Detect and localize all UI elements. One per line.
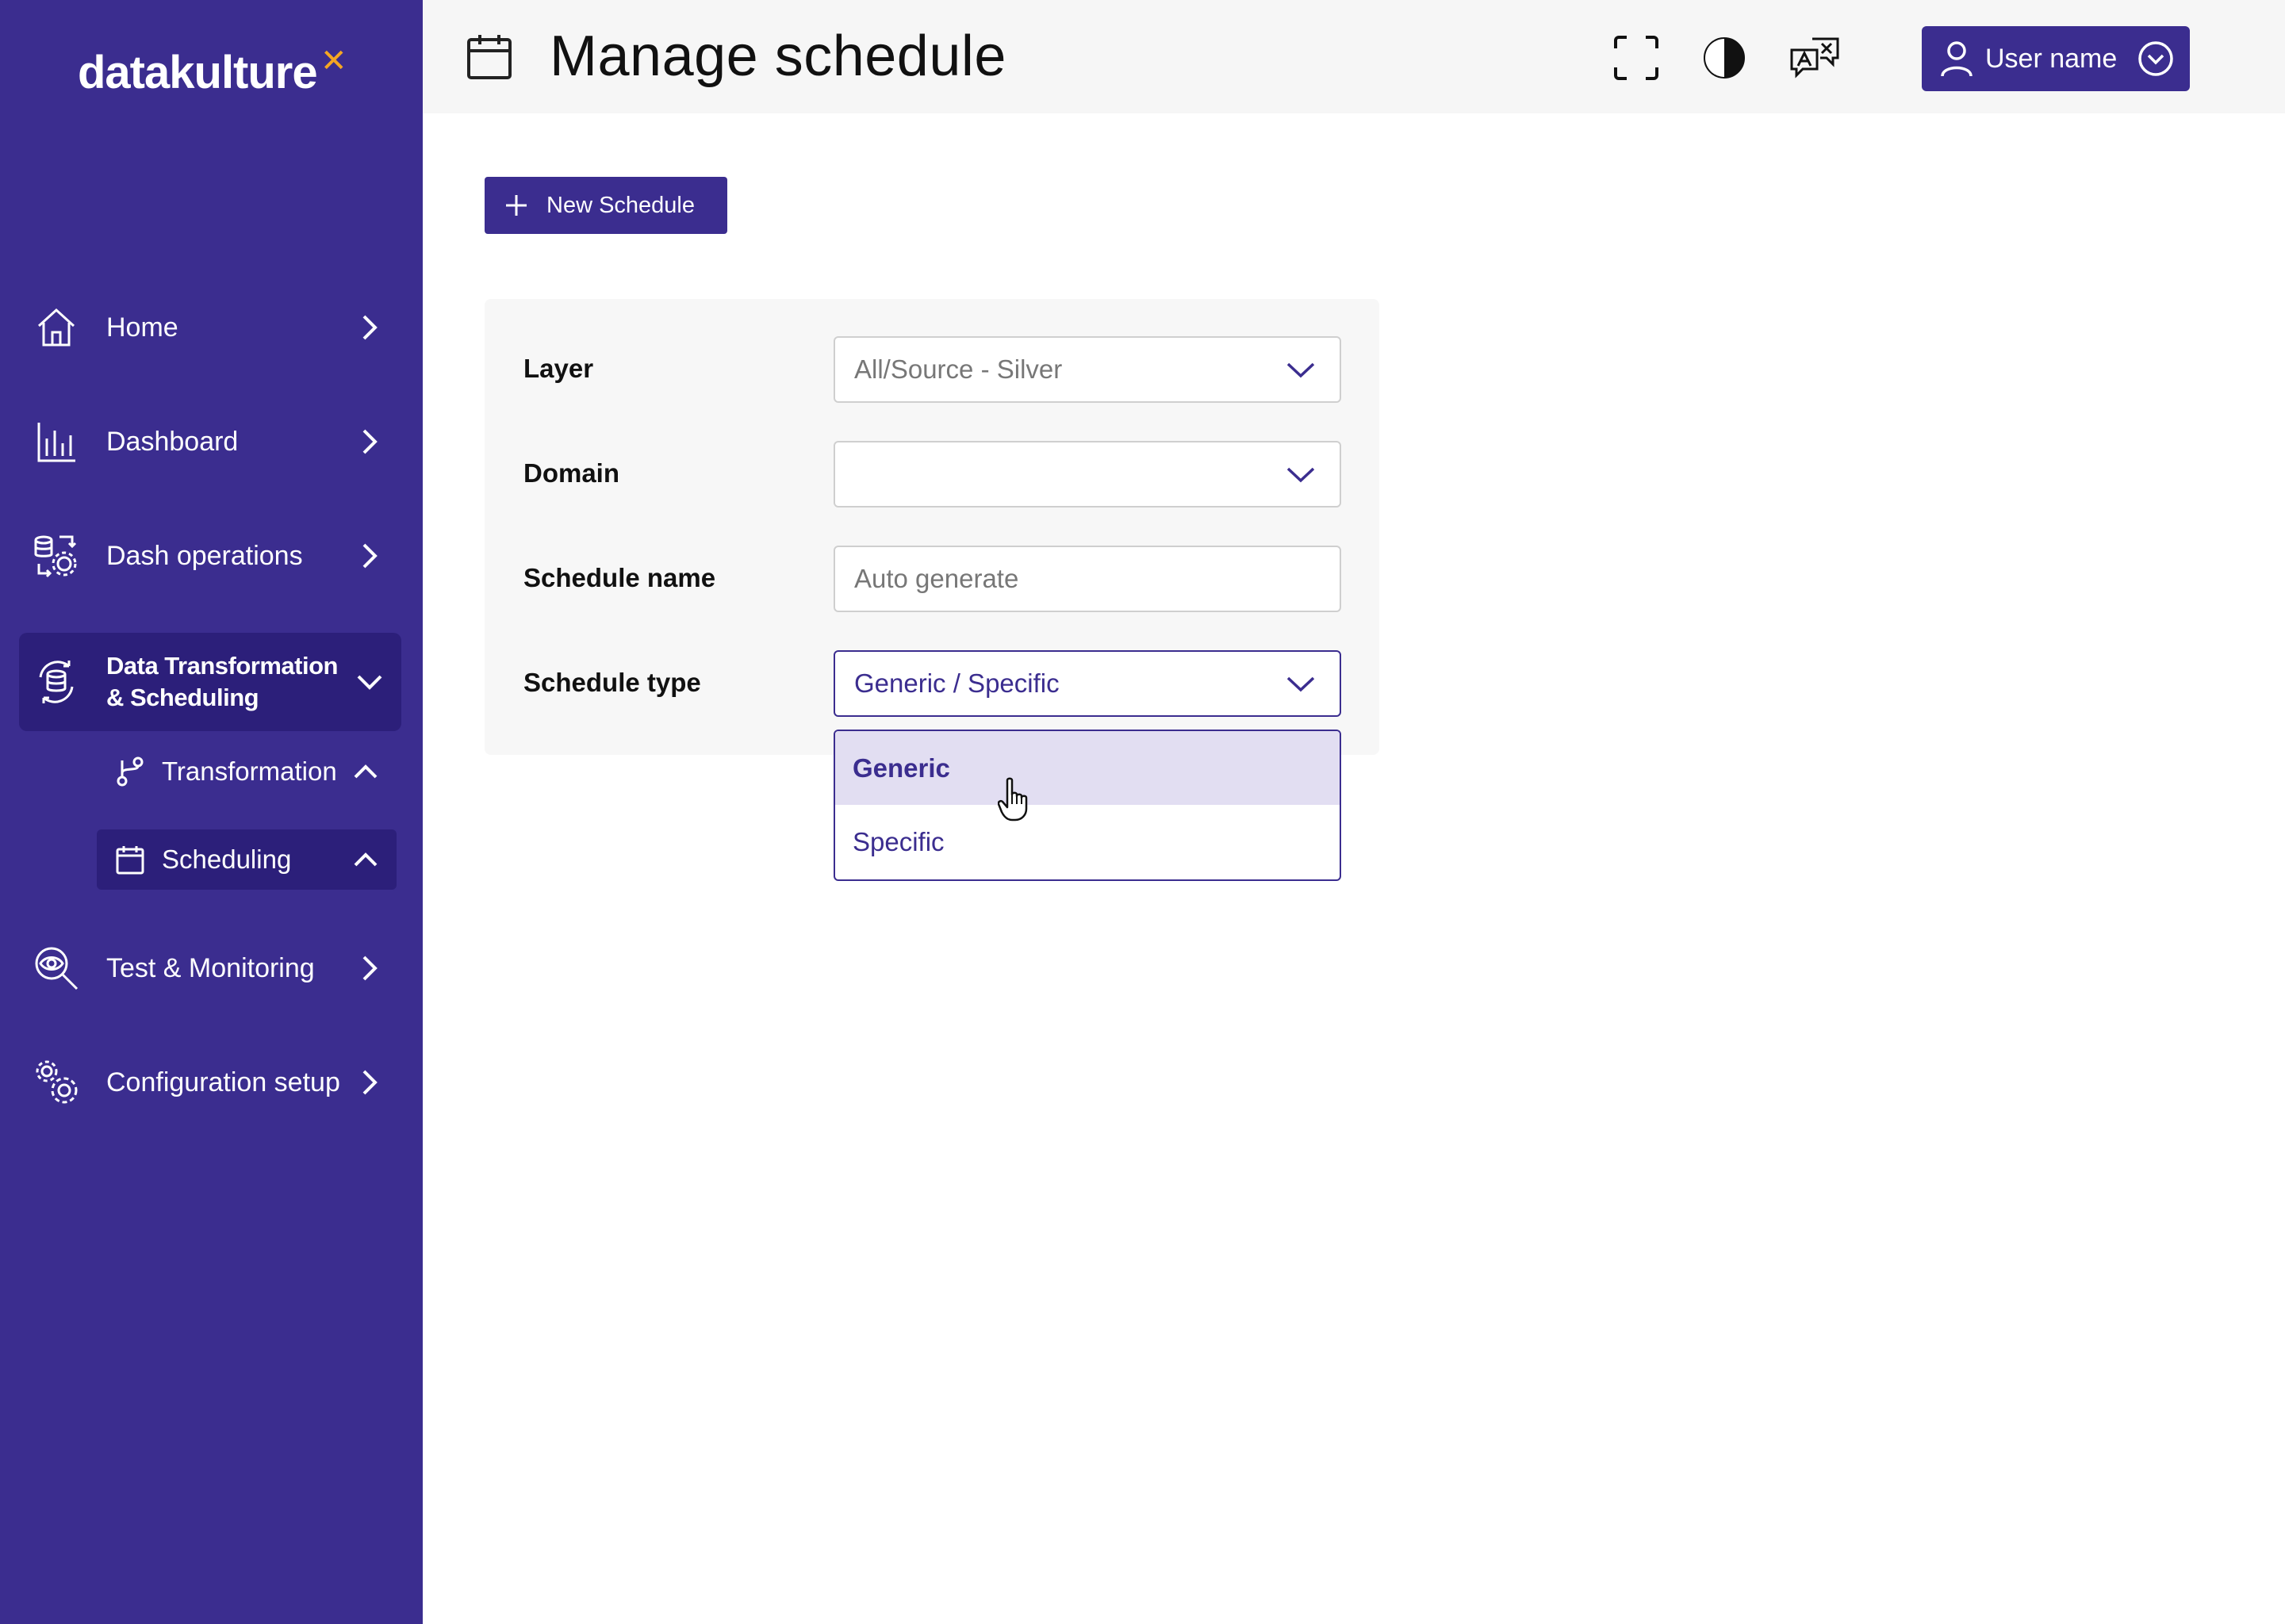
sidebar-item-label: Configuration setup	[106, 1067, 340, 1097]
schedule-type-select-value: Generic / Specific	[854, 668, 1060, 698]
chevron-up-icon	[346, 840, 385, 879]
user-name-label: User name	[1985, 43, 2118, 74]
plus-icon	[502, 191, 531, 220]
schedule-name-placeholder: Auto generate	[854, 564, 1019, 593]
data-sync-icon	[27, 653, 86, 711]
calendar-icon	[464, 32, 515, 82]
chevron-right-icon	[346, 532, 393, 580]
sidebar-item-dash-operations[interactable]: Dash operations	[19, 512, 401, 599]
bar-chart-icon	[27, 412, 86, 471]
fullscreen-icon[interactable]	[1610, 32, 1662, 84]
sidebar-item-test-monitoring[interactable]: Test & Monitoring	[19, 925, 401, 1012]
chevron-right-icon	[346, 304, 393, 351]
layer-select[interactable]: All/Source - Silver	[834, 336, 1341, 403]
gears-icon	[27, 1053, 86, 1112]
sidebar-subitem-transformation[interactable]: Transformation	[97, 741, 397, 802]
chevron-down-icon	[346, 658, 393, 706]
database-gear-icon	[27, 527, 86, 585]
chevron-right-icon	[346, 944, 393, 992]
layer-select-value: All/Source - Silver	[854, 354, 1063, 384]
home-icon	[27, 298, 86, 357]
sidebar-item-home[interactable]: Home	[19, 284, 401, 371]
sidebar-item-dashboard[interactable]: Dashboard	[19, 398, 401, 485]
user-icon	[1938, 40, 1976, 78]
sidebar: datakulture ✕ Home Dashboard Dash operat…	[0, 0, 423, 1624]
translate-icon[interactable]	[1789, 32, 1841, 84]
sidebar-subitem-label: Transformation	[162, 756, 337, 786]
brand-logo[interactable]: datakulture	[78, 46, 318, 99]
top-header: Manage schedule User name	[423, 0, 2285, 113]
page-title: Manage schedule	[550, 25, 1006, 88]
schedule-type-select[interactable]: Generic / Specific	[834, 650, 1341, 717]
domain-select[interactable]	[834, 441, 1341, 508]
chevron-down-icon	[1281, 664, 1321, 703]
domain-label: Domain	[523, 458, 620, 488]
brand-logo-mark: ✕	[320, 44, 347, 79]
sidebar-item-label: Test & Monitoring	[106, 952, 315, 983]
eye-search-icon	[27, 939, 86, 998]
schedule-name-input[interactable]: Auto generate	[834, 546, 1341, 612]
layer-label: Layer	[523, 354, 594, 383]
sidebar-item-label: Dashboard	[106, 426, 239, 457]
chevron-right-icon	[346, 1059, 393, 1106]
chevron-down-icon	[1281, 454, 1321, 494]
sidebar-item-configuration-setup[interactable]: Configuration setup	[19, 1039, 401, 1126]
new-schedule-button[interactable]: New Schedule	[485, 177, 727, 234]
user-menu-button[interactable]: User name	[1922, 26, 2190, 91]
schedule-type-option-specific[interactable]: Specific	[835, 805, 1340, 879]
chevron-up-icon	[346, 752, 385, 791]
new-schedule-label: New Schedule	[546, 192, 695, 218]
hand-pointer-icon	[997, 777, 1029, 822]
schedule-name-label: Schedule name	[523, 563, 716, 592]
branch-icon	[113, 754, 148, 789]
chevron-right-icon	[346, 418, 393, 465]
calendar-icon	[113, 842, 148, 877]
chevron-down-circle-icon	[2137, 40, 2174, 77]
schedule-type-dropdown: Generic Specific	[834, 730, 1341, 881]
chevron-down-icon	[1281, 350, 1321, 389]
sidebar-subitem-label: Scheduling	[162, 845, 292, 874]
sidebar-item-data-transformation[interactable]: Data Transformation & Scheduling	[19, 633, 401, 731]
sidebar-item-label: Home	[106, 312, 178, 343]
schedule-type-option-generic[interactable]: Generic	[835, 731, 1340, 805]
sidebar-item-label: Data Transformation & Scheduling	[106, 651, 338, 711]
schedule-type-label: Schedule type	[523, 668, 701, 697]
contrast-icon[interactable]	[1698, 32, 1750, 84]
sidebar-item-label: Dash operations	[106, 540, 303, 571]
sidebar-subitem-scheduling[interactable]: Scheduling	[97, 829, 397, 890]
